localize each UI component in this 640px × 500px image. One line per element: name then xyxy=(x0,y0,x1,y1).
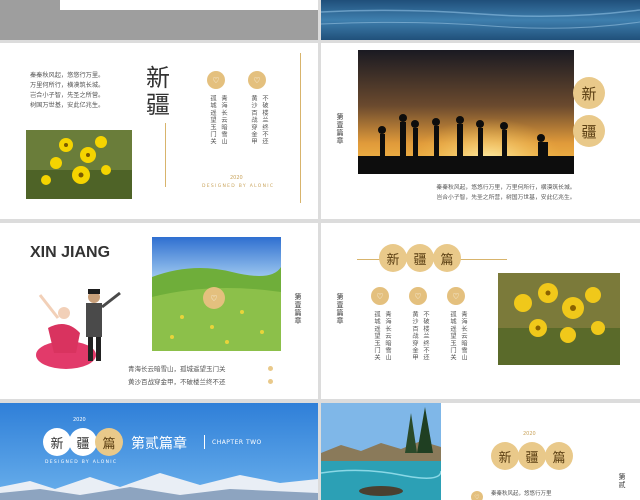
poem-line: 秦秦秋风起，悠悠行万里。 xyxy=(30,72,105,79)
poem-line: 树国万世基，安此亿兆生。 xyxy=(30,102,105,109)
caption-line: 秦秦秋风起，悠悠行万里，万里何所行，横漠筑长城。 xyxy=(436,185,576,191)
year-label: 2020 xyxy=(523,431,536,437)
vertical-gold-line xyxy=(165,123,166,187)
heart-badge-3: ♡ xyxy=(447,287,465,305)
vertical-verse-2b: 不破楼兰终不还 xyxy=(261,95,268,146)
slide-top-left[interactable] xyxy=(0,0,318,40)
divider xyxy=(204,435,205,449)
badge-1: 新 xyxy=(379,244,407,272)
poem-block: 秦秦秋风起，悠悠行万里。 万里何所行，横漠筑长城。 岂合小子智，先圣之所营。 树… xyxy=(30,71,140,111)
white-panel xyxy=(60,0,318,10)
badge-1: 新 xyxy=(43,428,71,456)
chapter-title: 第贰篇章 xyxy=(131,436,187,452)
badge-2: 疆 xyxy=(518,442,546,470)
badge-2: 疆 xyxy=(69,428,97,456)
chapter-vertical-label: 第壹篇章 xyxy=(336,113,344,145)
badge-jiang: 疆 xyxy=(573,115,605,147)
heart-badge-2: ♡ xyxy=(248,71,266,89)
page-title: XIN JIANG xyxy=(30,244,111,261)
vertical-verse-1a: 孤城遥望玉门关 xyxy=(209,95,216,146)
slide-xinjiang-dance[interactable]: XIN JIANG ♡ 青海长云暗雪山，孤城遥望玉门关 黄沙百战穿金甲，不破楼兰… xyxy=(0,223,318,399)
bullet-dot xyxy=(268,366,273,371)
chapter-en: CHAPTER TWO xyxy=(212,439,262,446)
lake-forest-image xyxy=(321,403,441,500)
bullet-dot xyxy=(268,379,273,384)
yellow-flowers-image xyxy=(26,130,132,199)
dancers-image xyxy=(28,273,128,373)
caption-line: 岂合小子智，先圣之所营，树国万世基，安此亿兆生。 xyxy=(436,195,576,201)
right-gold-line xyxy=(300,53,301,203)
sunset-silhouette-image xyxy=(358,50,574,174)
badge-2: 疆 xyxy=(406,244,434,272)
yellow-flowers-image xyxy=(498,273,620,365)
badge-xin: 新 xyxy=(573,77,605,109)
vertical-verse: 不破楼兰终不还 xyxy=(422,311,429,362)
vertical-verse-1b: 青海长云暗雪山 xyxy=(220,95,227,146)
designed-by: DESIGNED BY ALONIC xyxy=(202,184,275,189)
slide-sunset[interactable]: 第壹篇章 新 疆 秦秦秋风起，悠悠行万里，万里何所行，横漠筑长城。 岂合小子智，… xyxy=(321,43,640,219)
caption: 秦秦秋风起，悠悠行万里 xyxy=(491,491,552,497)
lake-image xyxy=(321,0,640,40)
designed-by: DESIGNED BY ALONIC xyxy=(45,460,118,465)
poem-line: 岂合小子智，先圣之所营。 xyxy=(30,92,105,99)
heart-badge-2: ♡ xyxy=(409,287,427,305)
vertical-verse-2a: 黄沙百战穿金甲 xyxy=(250,95,257,146)
vertical-verse: 青海长云暗雪山 xyxy=(384,311,391,362)
chapter-vertical-label: 第壹篇章 xyxy=(336,293,344,325)
heart-badge-small: ♡ xyxy=(471,491,483,500)
slide-xinjiang-chapter[interactable]: 第壹篇章 新 疆 篇 ♡ ♡ ♡ 孤城遥望玉门关 青海长云暗雪山 黄沙百战穿金甲… xyxy=(321,223,640,399)
verse-line: 黄沙百战穿金甲，不破楼兰终不还 xyxy=(128,378,226,386)
slide-xinjiang-intro[interactable]: 秦秦秋风起，悠悠行万里。 万里何所行，横漠筑长城。 岂合小子智，先圣之所营。 树… xyxy=(0,43,318,219)
chapter-vertical-label: 第贰 xyxy=(618,473,626,489)
caption: 秦秦秋风起，悠悠行万里，万里何所行，横漠筑长城。 岂合小子智，先圣之所营，树国万… xyxy=(401,183,611,203)
verse-block: 青海长云暗雪山，孤城遥望玉门关 黄沙百战穿金甲，不破楼兰终不还 xyxy=(128,363,226,389)
heart-badge-center: ♡ xyxy=(203,287,225,309)
title-xin: 新疆 xyxy=(146,64,170,119)
vertical-verse: 黄沙百战穿金甲 xyxy=(411,311,418,362)
verse-line: 青海长云暗雪山，孤城遥望玉门关 xyxy=(128,365,226,373)
badge-3: 篇 xyxy=(545,442,573,470)
slide-lake[interactable]: 2020 新 疆 篇 秦秦秋风起，悠悠行万里 ♡ 第贰 xyxy=(321,403,640,500)
badge-1: 新 xyxy=(491,442,519,470)
heart-badge-1: ♡ xyxy=(207,71,225,89)
badge-3: 篇 xyxy=(95,428,123,456)
heart-badge-1: ♡ xyxy=(371,287,389,305)
vertical-verse: 孤城遥望玉门关 xyxy=(449,311,456,362)
slide-chapter-two[interactable]: 2020 新 疆 篇 DESIGNED BY ALONIC 第贰篇章 CHAPT… xyxy=(0,403,318,500)
year-label: 2020 xyxy=(73,417,86,423)
vertical-verse: 青海长云暗雪山 xyxy=(460,311,467,362)
slide-top-right[interactable] xyxy=(321,0,640,40)
chapter-vertical-label: 第壹篇章 xyxy=(294,293,302,325)
badge-3: 篇 xyxy=(433,244,461,272)
poem-line: 万里何所行，横漠筑长城。 xyxy=(30,82,105,89)
year-label: 2020 xyxy=(230,175,243,181)
vertical-verse: 孤城遥望玉门关 xyxy=(373,311,380,362)
